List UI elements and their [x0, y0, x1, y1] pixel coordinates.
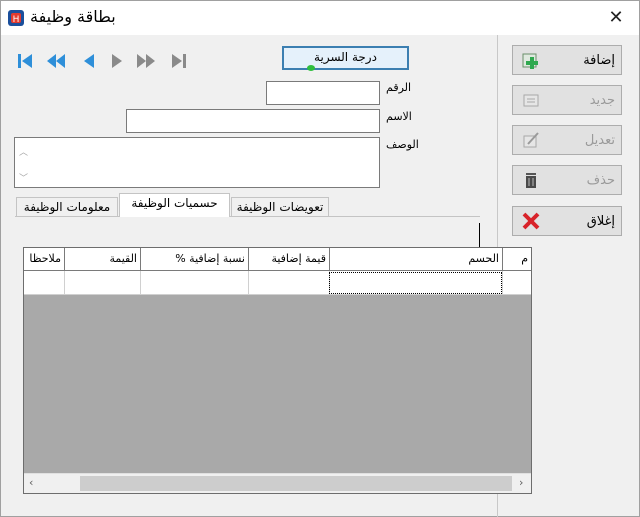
- next-record-icon[interactable]: [107, 51, 127, 71]
- previous-record-icon[interactable]: [79, 51, 99, 71]
- add-button-label: إضافة: [583, 52, 615, 68]
- description-label: الوصف: [386, 138, 419, 151]
- deductions-grid[interactable]: م الحسم قيمة إضافية نسبة إضافية % القيمة…: [23, 247, 532, 494]
- edit-icon: [523, 132, 539, 148]
- first-record-icon[interactable]: [15, 51, 35, 71]
- new-icon: [523, 94, 539, 107]
- tab-job-info[interactable]: معلومات الوظيفة: [16, 197, 118, 217]
- new-button[interactable]: جديد: [512, 85, 622, 115]
- cell-notes[interactable]: [24, 271, 64, 294]
- splitter-line: [479, 223, 480, 248]
- scrollbar-thumb[interactable]: [80, 476, 512, 491]
- name-label: الاسم: [386, 110, 412, 123]
- name-input[interactable]: [126, 109, 380, 133]
- new-button-label: جديد: [589, 92, 615, 108]
- secrecy-grade-button[interactable]: درجة السرية: [282, 46, 409, 71]
- title-bar: H بطاقة وظيفة ✕: [1, 1, 639, 35]
- selected-cell-focus: [329, 272, 502, 294]
- add-icon: [522, 53, 538, 69]
- description-scrollbar[interactable]: ︿ ﹀: [16, 139, 32, 186]
- last-record-icon[interactable]: [169, 51, 189, 71]
- app-icon: H: [8, 10, 24, 26]
- column-header-notes[interactable]: ملاحظا: [24, 248, 64, 270]
- add-button[interactable]: إضافة: [512, 45, 622, 75]
- grid-horizontal-scrollbar[interactable]: ‹ ›: [24, 473, 531, 493]
- column-header-index[interactable]: م: [502, 248, 531, 270]
- tab-job-allowances[interactable]: تعويضات الوظيفة: [231, 197, 329, 217]
- close-button-label: إغلاق: [586, 213, 615, 229]
- cell-extra-value[interactable]: [248, 271, 329, 294]
- window-title: بطاقة وظيفة: [30, 7, 116, 26]
- delete-icon: [526, 173, 536, 188]
- number-input[interactable]: [266, 81, 380, 105]
- column-header-value[interactable]: القيمة: [64, 248, 140, 270]
- close-button[interactable]: إغلاق: [512, 206, 622, 236]
- next-page-icon[interactable]: [136, 51, 156, 71]
- secrecy-grade-label: درجة السرية: [314, 50, 377, 64]
- grid-header: م الحسم قيمة إضافية نسبة إضافية % القيمة…: [24, 248, 531, 271]
- scroll-right-icon[interactable]: ›: [519, 476, 523, 489]
- close-icon: [522, 212, 540, 230]
- tab-panel-border: [15, 216, 480, 217]
- cell-value[interactable]: [64, 271, 140, 294]
- table-row[interactable]: [24, 271, 531, 295]
- status-dot-icon: [307, 65, 315, 71]
- job-card-window: H بطاقة وظيفة ✕ درجة السرية الرقم الاسم …: [0, 0, 640, 517]
- svg-text:H: H: [13, 15, 20, 25]
- tab-job-deductions[interactable]: حسميات الوظيفة: [119, 193, 230, 217]
- previous-page-icon[interactable]: [46, 51, 66, 71]
- scroll-left-icon[interactable]: ‹: [29, 476, 33, 489]
- delete-button-label: حذف: [586, 172, 615, 188]
- column-header-deduction[interactable]: الحسم: [329, 248, 502, 270]
- edit-button-label: تعديل: [584, 132, 615, 148]
- window-close-button[interactable]: ✕: [601, 5, 631, 31]
- delete-button[interactable]: حذف: [512, 165, 622, 195]
- cell-index[interactable]: [502, 271, 531, 294]
- column-header-extra-value[interactable]: قيمة إضافية: [248, 248, 329, 270]
- scroll-down-icon[interactable]: ﹀: [19, 171, 28, 184]
- scroll-up-icon[interactable]: ︿: [19, 145, 28, 158]
- edit-button[interactable]: تعديل: [512, 125, 622, 155]
- number-label: الرقم: [386, 81, 412, 94]
- description-textarea[interactable]: ︿ ﹀: [14, 137, 380, 188]
- column-header-extra-percent[interactable]: نسبة إضافية %: [140, 248, 248, 270]
- cell-extra-percent[interactable]: [140, 271, 248, 294]
